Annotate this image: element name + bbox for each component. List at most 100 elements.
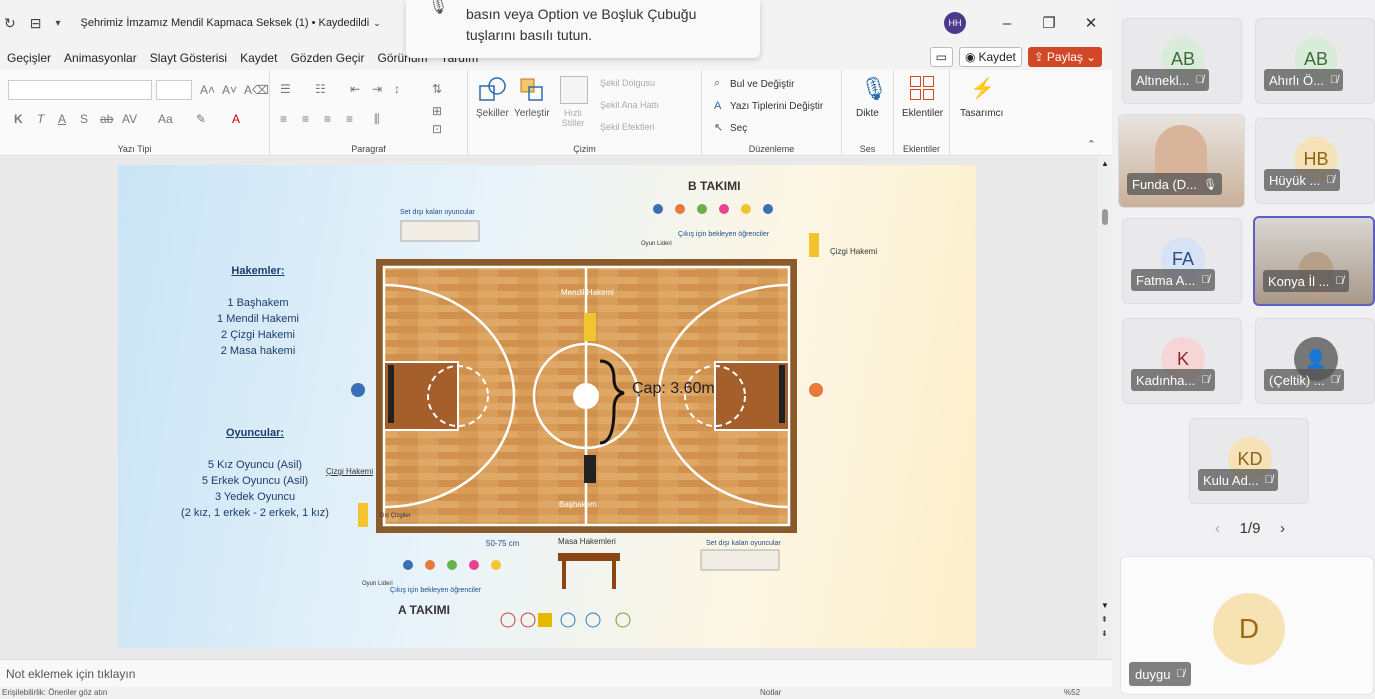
record-icon: ◉ xyxy=(965,50,976,64)
shapes-button[interactable]: Şekiller xyxy=(476,108,509,119)
record-button[interactable]: ◉ Kaydet xyxy=(959,47,1022,67)
indent-increase-icon[interactable]: ⇥ xyxy=(372,82,382,96)
arrange-icon[interactable] xyxy=(518,76,546,104)
scroll-thumb[interactable] xyxy=(1102,209,1108,225)
featured-participant-tile[interactable]: D duygu 🎙̸ xyxy=(1120,556,1374,695)
clear-format-icon[interactable]: A⌫ xyxy=(244,83,269,97)
text-direction-icon[interactable]: ⇅ xyxy=(432,82,442,96)
waiting-top-label: Çıkış için bekleyen öğrenciler xyxy=(678,231,770,238)
participant-video-tile-active[interactable]: Konya İl ... 🎙̸ xyxy=(1253,216,1375,306)
strikethrough-icon[interactable]: ab xyxy=(100,112,113,126)
notes-toggle[interactable]: Notlar xyxy=(760,688,781,697)
scroll-up-icon[interactable]: ▲ xyxy=(1101,159,1109,168)
vertical-scrollbar[interactable]: ▲ ▼ ⇞ ⇟ xyxy=(1098,157,1112,659)
participant-tile[interactable]: KD Kulu Ad... 🎙̸ xyxy=(1189,418,1309,504)
participant-tile[interactable]: AB Altınekl... 🎙̸ xyxy=(1122,18,1242,104)
shrink-font-icon[interactable]: A˅ xyxy=(222,83,237,97)
tab-record[interactable]: Kaydet xyxy=(233,51,283,65)
align-right-icon[interactable]: ≡ xyxy=(324,112,331,126)
zoom-level[interactable]: %52 xyxy=(1064,688,1080,697)
share-button[interactable]: ⇪ Paylaş ⌄ xyxy=(1027,47,1102,67)
document-title[interactable]: Şehrimiz İmzamız Mendil Kapmaca Seksek (… xyxy=(81,17,370,29)
addins-icon[interactable] xyxy=(910,76,934,100)
status-bar: Erişilebilirlik: Öneriler göz atın Notla… xyxy=(0,687,1112,699)
smartart-icon[interactable]: ⊡ xyxy=(432,122,442,136)
slide-canvas[interactable]: B TAKIMI A TAKIMI Set dışı kalan oyuncul… xyxy=(118,165,976,648)
participant-tile[interactable]: 👤 (Çeltik) ... 🎙̸ xyxy=(1255,318,1375,404)
participant-name-tag: Kulu Ad... 🎙̸ xyxy=(1198,469,1278,491)
arrange-button[interactable]: Yerleştir xyxy=(514,108,550,119)
select-button[interactable]: Seç xyxy=(730,123,747,134)
accessibility-status[interactable]: Erişilebilirlik: Öneriler göz atın xyxy=(2,688,107,697)
bullets-icon[interactable]: ☰ xyxy=(280,82,291,96)
prev-slide-icon[interactable]: ⇞ xyxy=(1101,615,1108,624)
numbering-icon[interactable]: ☷ xyxy=(315,82,326,96)
scroll-down-icon[interactable]: ▼ xyxy=(1101,601,1109,610)
font-size-select[interactable] xyxy=(156,80,192,100)
chevron-down-icon[interactable]: ⌄ xyxy=(373,18,381,29)
toast-line-1: basın veya Option ve Boşluk Çubuğu xyxy=(466,6,697,22)
bold-icon[interactable]: K xyxy=(14,112,23,126)
highlight-icon[interactable]: ✎ xyxy=(196,112,206,126)
participant-name-tag: duygu 🎙̸ xyxy=(1129,662,1191,686)
underline-icon[interactable]: A xyxy=(58,112,66,126)
italic-icon[interactable]: T xyxy=(37,112,44,126)
replace-fonts-button[interactable]: Yazı Tiplerini Değiştir xyxy=(730,101,823,112)
comments-button[interactable]: ▭ xyxy=(929,47,953,67)
team-b-label: B TAKIMI xyxy=(688,179,741,193)
next-slide-icon[interactable]: ⇟ xyxy=(1101,629,1108,638)
collapse-ribbon-icon[interactable]: ⌃ xyxy=(1087,138,1096,151)
participant-video-tile[interactable]: Funda (D... 🎙 xyxy=(1118,114,1245,208)
chevron-left-icon[interactable]: ‹ xyxy=(1215,520,1220,537)
participant-name-tag: Kadınha... 🎙̸ xyxy=(1131,369,1215,391)
shapes-icon[interactable] xyxy=(478,76,506,104)
restore-icon[interactable]: ❐ xyxy=(1028,14,1070,32)
tab-animations[interactable]: Animasyonlar xyxy=(57,51,143,65)
align-text-icon[interactable]: ⊞ xyxy=(432,104,442,118)
tab-transitions[interactable]: Geçişler xyxy=(0,51,57,65)
table-refs-label: Masa Hakemleri xyxy=(558,537,616,546)
waiting-bottom-label: Çıkış için bekleyen öğrenciler xyxy=(390,587,482,594)
close-icon[interactable]: ✕ xyxy=(1070,14,1112,32)
mic-muted-icon: 🎙̸ xyxy=(1201,274,1210,286)
notes-pane[interactable]: Not eklemek için tıklayın xyxy=(0,659,1112,687)
shape-fill-button[interactable]: Şekil Dolgusu xyxy=(600,78,655,88)
font-name-select[interactable] xyxy=(8,80,152,100)
participant-tile[interactable]: HB Hüyük ... 🎙̸ xyxy=(1255,118,1375,204)
char-spacing-icon[interactable]: AV xyxy=(122,112,137,126)
customize-qa-icon[interactable]: ▾ xyxy=(55,18,60,29)
justify-icon[interactable]: ≡ xyxy=(346,112,353,126)
quick-styles-icon[interactable] xyxy=(560,76,588,104)
dictate-button[interactable]: Dikte xyxy=(856,108,879,119)
designer-icon[interactable]: ⚡ xyxy=(970,76,995,101)
participant-tile[interactable]: AB Ahırlı Ö... 🎙̸ xyxy=(1255,18,1375,104)
quick-styles-button[interactable]: Hızlı Stiller xyxy=(556,108,590,128)
tab-slideshow[interactable]: Slayt Gösterisi xyxy=(143,51,233,65)
microphone-icon[interactable]: 🎙 xyxy=(860,76,888,102)
change-case-icon[interactable]: Aa xyxy=(158,112,173,126)
shape-outline-button[interactable]: Şekil Ana Hattı xyxy=(600,100,659,110)
voice-group: 🎙 Dikte Ses xyxy=(842,70,894,156)
avatar: D xyxy=(1213,593,1285,665)
present-icon[interactable]: ⊟ xyxy=(30,15,42,32)
participant-tile[interactable]: FA Fatma A... 🎙̸ xyxy=(1122,218,1242,304)
columns-icon[interactable]: ⫼ xyxy=(374,112,380,127)
grow-font-icon[interactable]: A˄ xyxy=(200,83,215,97)
font-color-icon[interactable]: A xyxy=(232,112,240,126)
chevron-right-icon[interactable]: › xyxy=(1280,520,1285,537)
minimize-icon[interactable]: – xyxy=(986,15,1028,32)
align-center-icon[interactable]: ≡ xyxy=(302,112,309,126)
line-spacing-icon[interactable]: ↕ xyxy=(394,82,400,96)
indent-decrease-icon[interactable]: ⇤ xyxy=(350,82,360,96)
shadow-icon[interactable]: S xyxy=(80,112,88,126)
addins-button[interactable]: Eklentiler xyxy=(902,108,943,119)
tab-review[interactable]: Gözden Geçir xyxy=(283,51,370,65)
align-left-icon[interactable]: ≡ xyxy=(280,112,287,126)
find-replace-button[interactable]: Bul ve Değiştir xyxy=(730,79,794,90)
shape-effects-button[interactable]: Şekil Efektleri xyxy=(600,122,655,132)
designer-button[interactable]: Tasarımcı xyxy=(960,108,1003,119)
undo-icon[interactable]: ↻ xyxy=(4,15,16,32)
user-avatar[interactable]: HH xyxy=(944,12,966,34)
participant-tile[interactable]: K Kadınha... 🎙̸ xyxy=(1122,318,1242,404)
ribbon: A˄ A˅ A⌫ K T A S ab AV Aa ✎ A Yazı Tipi … xyxy=(0,70,1112,156)
